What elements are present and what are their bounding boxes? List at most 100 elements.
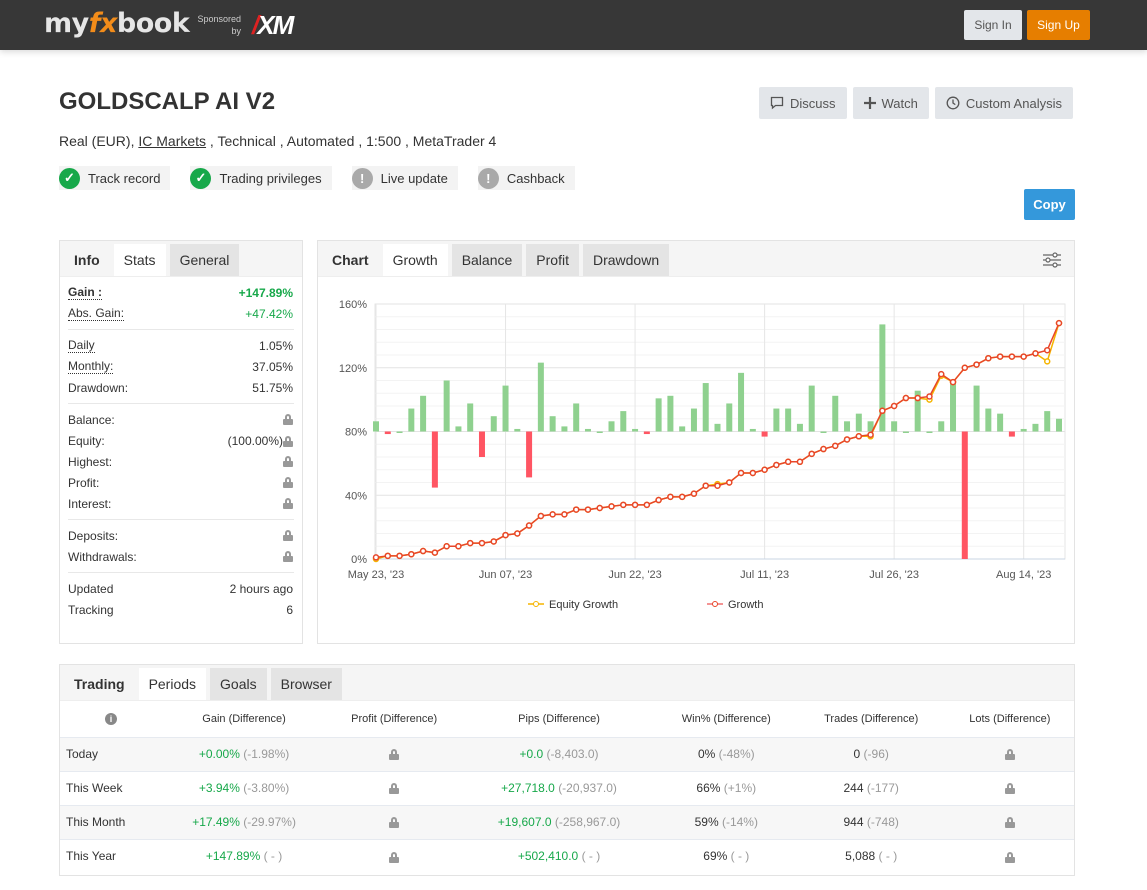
trades-difference: (-748) xyxy=(866,815,899,829)
tab-growth[interactable]: Growth xyxy=(382,244,448,276)
growth-point xyxy=(714,482,721,489)
daily-gain-bar xyxy=(467,403,474,432)
profit-cell xyxy=(326,736,463,771)
myfxbook-logo[interactable]: myfxbook xyxy=(44,8,190,39)
growth-point xyxy=(537,512,545,520)
pips-cell: +0.0 (-8,403.0) xyxy=(462,736,656,771)
daily-gain-bar xyxy=(844,421,851,432)
daily-gain-bar xyxy=(502,385,509,432)
daily-gain-bar xyxy=(785,408,792,432)
growth-point xyxy=(961,364,969,371)
gain-value: +147.89% xyxy=(238,285,293,300)
growth-point xyxy=(572,506,580,513)
growth-point xyxy=(843,436,851,443)
periods-table: i Gain (Difference) Profit (Difference) … xyxy=(60,701,1074,873)
tab-periods[interactable]: Periods xyxy=(138,668,207,700)
tab-balance[interactable]: Balance xyxy=(451,244,523,276)
daily-gain-bar xyxy=(690,408,697,432)
daily-loss-bar xyxy=(961,431,968,559)
broker-link[interactable]: IC Markets xyxy=(138,133,206,149)
badge-trading-privileges[interactable]: ✓ Trading privileges xyxy=(190,166,332,190)
badge-cashback[interactable]: ! Cashback xyxy=(477,166,575,190)
growth-point xyxy=(749,469,757,477)
x-tick-label: Jul 11, '23 xyxy=(740,569,789,581)
growth-point xyxy=(1008,353,1016,360)
daily-gain-bar xyxy=(620,411,627,432)
y-tick-label: 0% xyxy=(351,554,367,566)
tab-profit[interactable]: Profit xyxy=(526,244,579,276)
column-profit: Profit (Difference) xyxy=(351,712,438,725)
daily-gain-bar xyxy=(749,428,756,432)
monthly-label[interactable]: Monthly: xyxy=(68,359,114,374)
comment-icon xyxy=(770,96,784,110)
tab-chart[interactable]: Chart xyxy=(322,244,379,276)
watch-button[interactable]: Watch xyxy=(852,87,929,119)
chart-tabs: Chart Growth Balance Profit Drawdown xyxy=(318,241,1074,277)
copy-button[interactable]: Copy xyxy=(1024,189,1075,220)
daily-gain-bar xyxy=(997,413,1004,432)
legend-growth[interactable]: Growth xyxy=(728,599,763,611)
legend-equity-growth[interactable]: Equity Growth xyxy=(549,599,618,611)
growth-point xyxy=(561,511,568,518)
daily-gain-bar xyxy=(584,428,591,432)
x-tick-label: Jul 26, '23 xyxy=(869,569,919,581)
info-icon[interactable]: i xyxy=(105,712,117,725)
trades-value: 5,088 xyxy=(845,849,876,864)
tab-goals[interactable]: Goals xyxy=(210,668,267,700)
discuss-button[interactable]: Discuss xyxy=(759,87,847,119)
chart-settings-icon[interactable] xyxy=(1042,250,1062,270)
sign-up-button[interactable]: Sign Up xyxy=(1027,10,1090,40)
tab-stats[interactable]: Stats xyxy=(113,244,166,276)
daily-gain-bar xyxy=(490,416,497,432)
tab-browser[interactable]: Browser xyxy=(270,668,342,700)
growth-point xyxy=(855,433,863,440)
lock-icon xyxy=(283,551,293,562)
growth-point xyxy=(620,501,627,509)
gain-difference: (-29.97%) xyxy=(243,815,296,829)
legend-growth-dot xyxy=(712,601,718,607)
daily-gain-bar xyxy=(985,408,992,432)
growth-point xyxy=(514,530,521,537)
updated-label: Updated xyxy=(68,581,114,596)
periods-tabs: Trading Periods Goals Browser xyxy=(60,665,1074,701)
daily-gain-bar xyxy=(702,383,709,432)
growth-point xyxy=(408,550,415,558)
growth-point xyxy=(643,501,651,509)
growth-chart[interactable]: 0% 40% 80% 120% 160% May 23, '23 Jun 07, '23 Ju… xyxy=(318,278,1074,642)
growth-point xyxy=(867,431,874,438)
stat-interest: Interest: xyxy=(60,493,302,514)
growth-point xyxy=(455,543,462,550)
divider xyxy=(68,519,294,520)
win-value: 69% xyxy=(703,849,728,864)
daily-gain-bar xyxy=(726,403,733,432)
tab-drawdown[interactable]: Drawdown xyxy=(582,244,670,276)
tab-general[interactable]: General xyxy=(169,244,240,276)
win-value: 59% xyxy=(694,815,719,829)
tab-info[interactable]: Info xyxy=(64,244,110,276)
page-title: GOLDSCALP AI V2 xyxy=(59,88,276,115)
stat-gain: Gain : +147.89% xyxy=(60,282,302,303)
plus-icon xyxy=(863,97,876,109)
xm-sponsor-logo[interactable]: /XM xyxy=(252,10,294,41)
custom-analysis-button[interactable]: Custom Analysis xyxy=(934,87,1073,119)
y-tick-label: 40% xyxy=(345,490,367,502)
stat-equity: Equity: (100.00%) xyxy=(60,430,302,451)
daily-gain-bar xyxy=(938,421,945,432)
win-cell: 0% (-48%) xyxy=(655,736,797,771)
tab-trading[interactable]: Trading xyxy=(64,668,135,700)
lock-icon xyxy=(283,456,293,467)
gain-cell: +0.00% (-1.98%) xyxy=(162,736,327,771)
by-text: by xyxy=(231,26,241,36)
badge-live-update[interactable]: ! Live update xyxy=(351,166,458,190)
daily-gain-bar xyxy=(420,395,427,432)
verification-badges: ✓ Track record ✓ Trading privileges ! Live … xyxy=(59,166,575,190)
daily-label[interactable]: Daily xyxy=(68,338,95,353)
badge-track-record[interactable]: ✓ Track record xyxy=(59,166,171,190)
abs-gain-label[interactable]: Abs. Gain: xyxy=(68,306,125,321)
sign-in-button[interactable]: Sign In xyxy=(964,10,1022,40)
column-lots: Lots (Difference) xyxy=(969,712,1051,725)
daily-gain-bar xyxy=(537,362,544,432)
table-row: This Week +3.94% (-3.80%) +27,718.0 (-20,9… xyxy=(60,770,1074,805)
gain-label[interactable]: Gain : xyxy=(68,285,103,300)
daily-gain-bar xyxy=(408,408,415,432)
